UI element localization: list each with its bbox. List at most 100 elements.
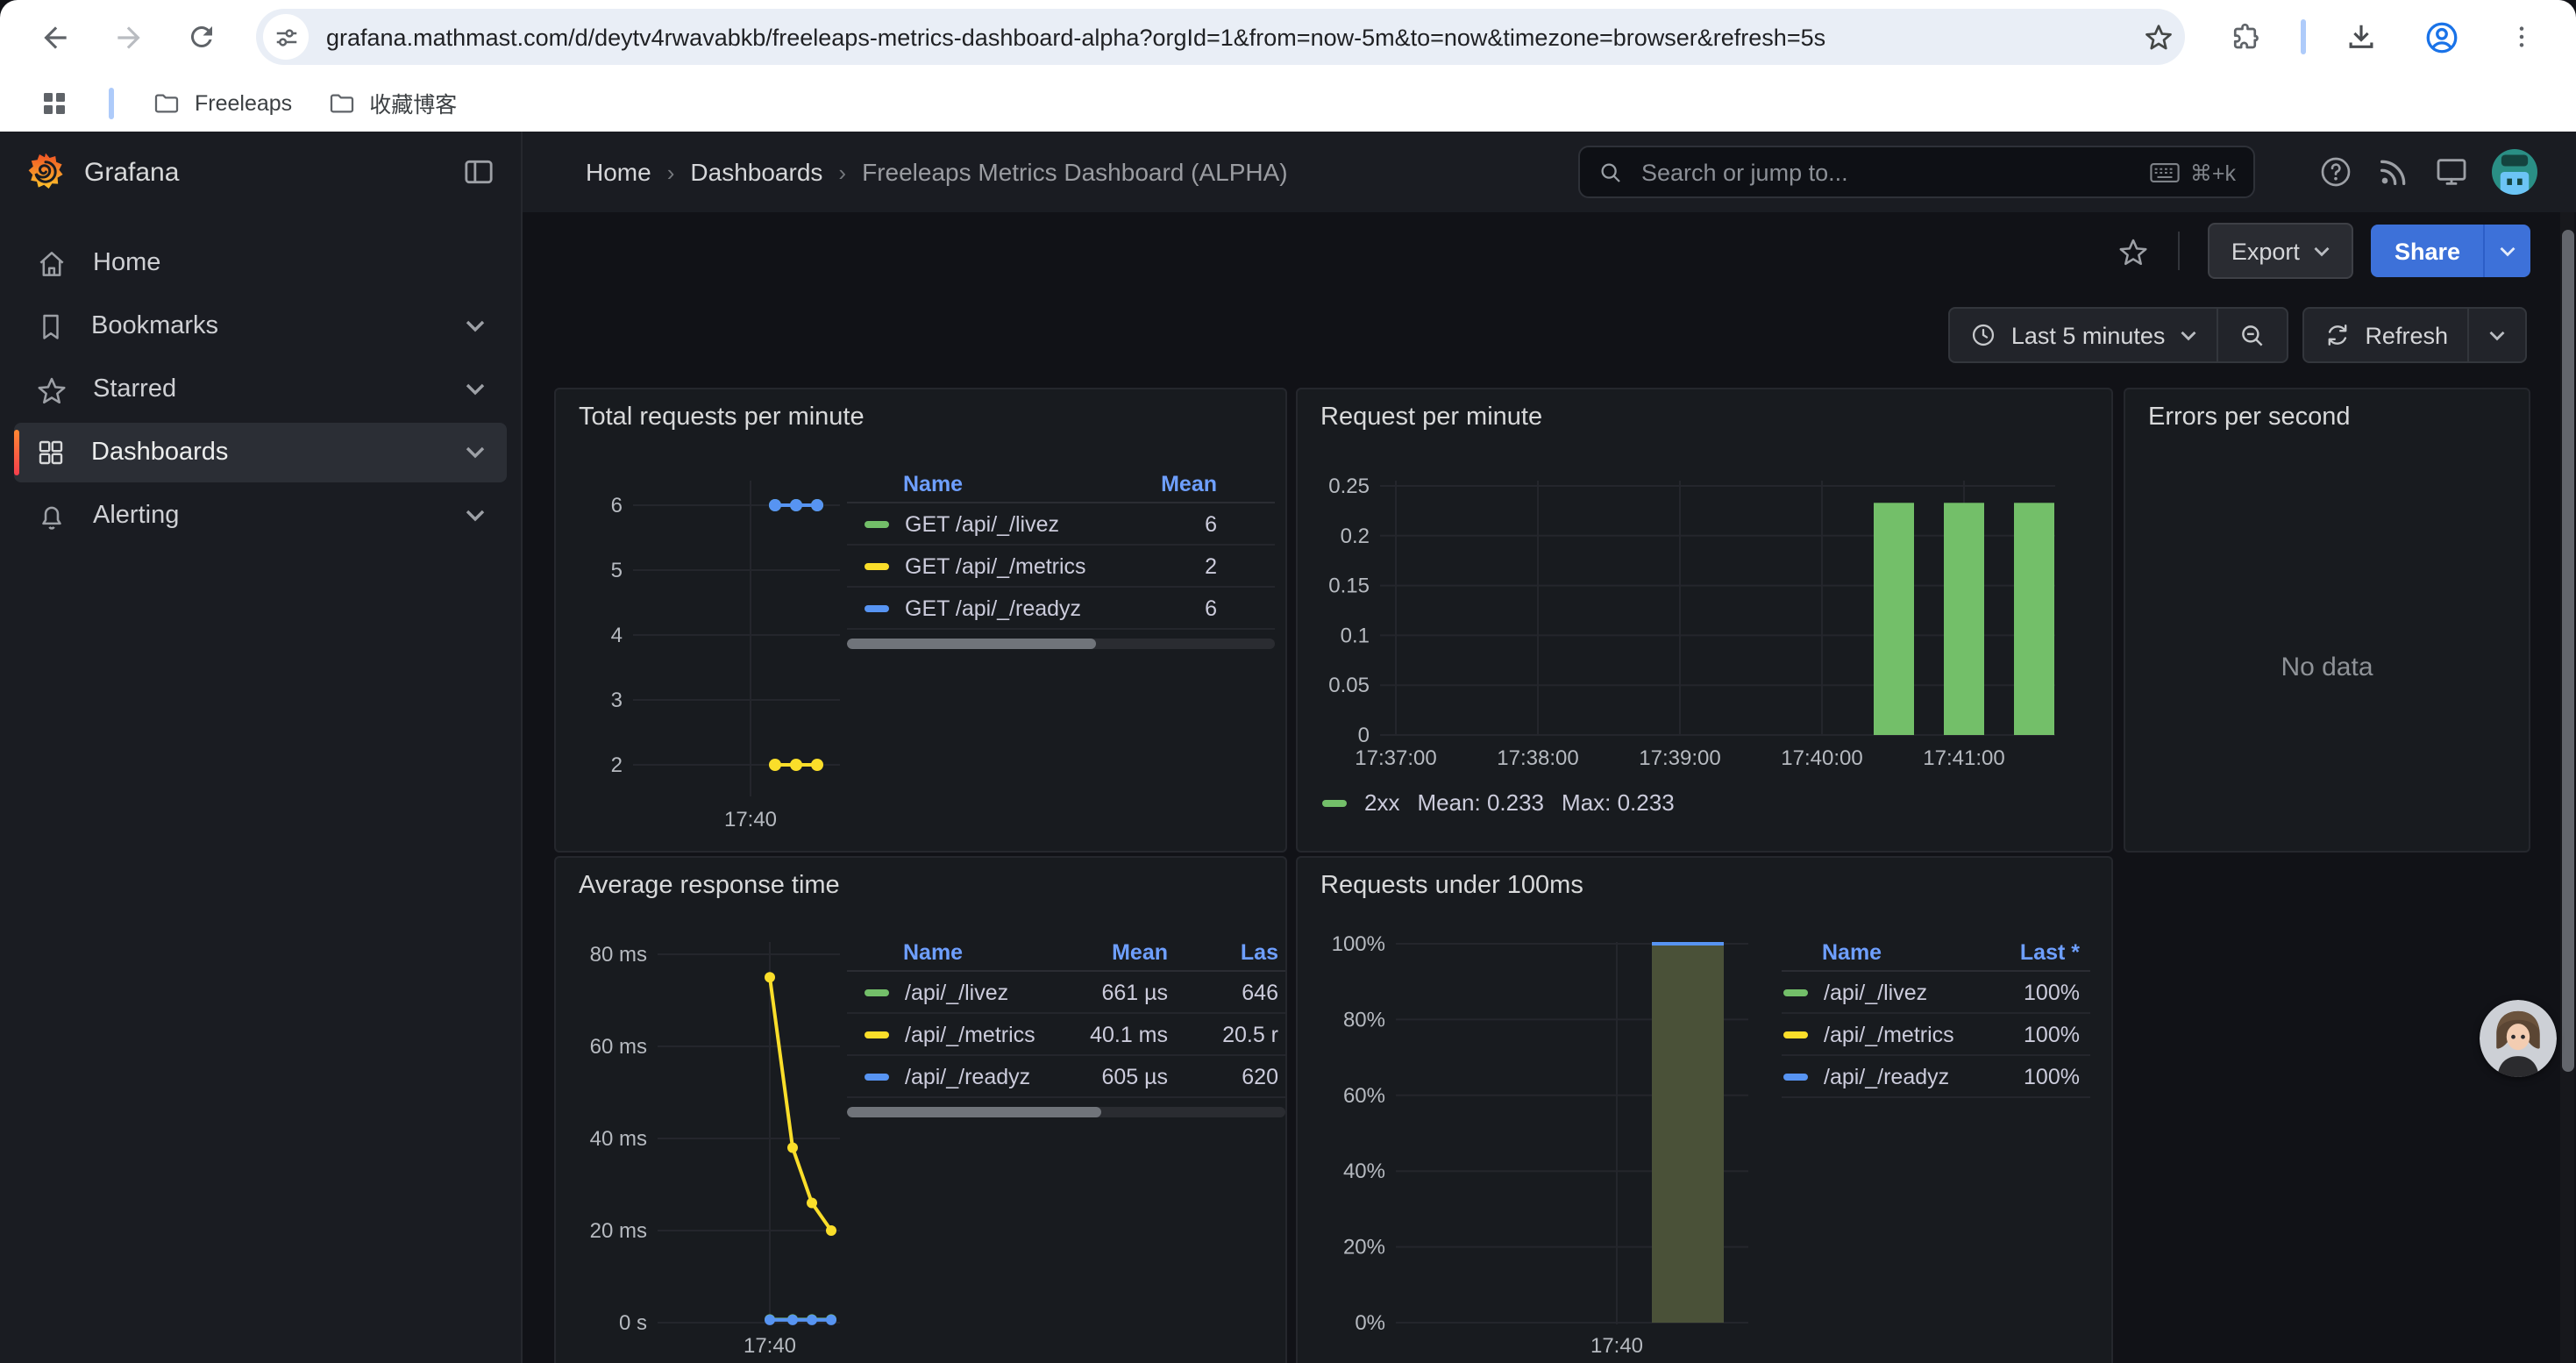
legend-row[interactable]: /api/_/metrics 40.1 ms 20.5 r [847, 1014, 1285, 1056]
help-icon[interactable] [2318, 154, 2353, 189]
legend-row[interactable]: /api/_/readyz 100% [1782, 1056, 2090, 1098]
page-scrollbar-thumb[interactable] [2561, 230, 2573, 1072]
legend-row[interactable]: /api/_/livez 100% [1782, 972, 2090, 1014]
url-bar[interactable]: grafana.mathmast.com/d/deytv4rwavabkb/fr… [256, 9, 2185, 65]
bookmark-folder-label: Freeleaps [195, 90, 292, 115]
search-box[interactable]: ⌘+k [1578, 146, 2255, 198]
legend-header: Name Mean Las [847, 935, 1285, 972]
bookmark-folder-blogs[interactable]: 收藏博客 [310, 79, 474, 126]
legend-row[interactable]: /api/_/metrics 100% [1782, 1014, 2090, 1056]
subheader-divider [2179, 232, 2181, 270]
series-last: 100% [1989, 1022, 2090, 1046]
legend-col-name[interactable]: Name [903, 472, 1112, 496]
assistant-avatar[interactable] [2480, 1000, 2557, 1077]
news-rss-icon[interactable] [2376, 154, 2411, 189]
series-mean: 40.1 ms [1070, 1022, 1168, 1046]
panel-title[interactable]: Average response time [579, 872, 840, 900]
svg-text:80%: 80% [1343, 1008, 1385, 1031]
panel-title[interactable]: Total requests per minute [579, 403, 865, 432]
panel-title[interactable]: Errors per second [2148, 403, 2351, 432]
legend-col-mean[interactable]: Mean [1112, 472, 1275, 496]
legend-row[interactable]: GET /api/_/livez 6 [847, 503, 1275, 546]
site-settings-icon[interactable] [263, 14, 309, 60]
legend-col-name[interactable]: Name [903, 940, 1070, 965]
legend-scrollbar[interactable] [847, 1107, 1285, 1117]
legend-col-mean[interactable]: Mean [1070, 940, 1168, 965]
time-range-picker[interactable]: Last 5 minutes [1950, 309, 2217, 361]
legend-row[interactable]: GET /api/_/readyz 6 [847, 588, 1275, 630]
series-name[interactable]: /api/_/readyz [1824, 1064, 1989, 1088]
bookmark-folder-freeleaps[interactable]: Freeleaps [135, 82, 310, 124]
series-name[interactable]: /api/_/metrics [1824, 1022, 1989, 1046]
sidebar-item-alerting[interactable]: Alerting [14, 486, 507, 546]
user-avatar[interactable] [2492, 149, 2537, 195]
chevron-down-icon[interactable] [465, 509, 486, 523]
page-scrollbar[interactable] [2560, 212, 2574, 1363]
extensions-icon[interactable] [2220, 11, 2273, 63]
refresh-interval-button[interactable] [2467, 309, 2525, 361]
active-accent-bar [14, 430, 19, 475]
legend-scrollbar[interactable] [847, 639, 1275, 649]
svg-text:40%: 40% [1343, 1160, 1385, 1183]
chevron-down-icon [2499, 245, 2516, 257]
legend-row[interactable]: /api/_/livez 661 µs 646 [847, 972, 1285, 1014]
downloads-icon[interactable] [2334, 11, 2387, 63]
chevron-down-icon[interactable] [465, 319, 486, 333]
back-icon[interactable] [28, 11, 81, 63]
legend-col-last[interactable]: Las [1168, 940, 1285, 965]
legend-col-last[interactable]: Last * [1989, 940, 2090, 965]
favorite-star-icon[interactable] [2117, 234, 2151, 268]
series-name[interactable]: GET /api/_/livez [905, 511, 1112, 536]
sidebar-item-label: Starred [93, 375, 176, 403]
dock-menu-icon[interactable] [461, 154, 496, 189]
dashboard-subheader: Export Share [523, 212, 2576, 289]
refresh-label: Refresh [2365, 322, 2448, 348]
breadcrumb-home[interactable]: Home [586, 158, 651, 186]
series-last: 100% [1989, 1064, 2090, 1088]
search-input[interactable] [1638, 157, 2136, 187]
sidebar: Home Bookmarks Starred Dashboards [0, 212, 523, 1363]
requests-under-100ms-chart[interactable]: 100%80%60%40%20%0%17:40 [1298, 858, 2111, 1363]
panel-title[interactable]: Requests under 100ms [1320, 872, 1583, 900]
browser-menu-icon[interactable] [2495, 11, 2548, 63]
sidebar-item-home[interactable]: Home [14, 233, 507, 293]
bookmark-star-icon[interactable] [2143, 21, 2174, 53]
sidebar-item-bookmarks[interactable]: Bookmarks [14, 296, 507, 356]
svg-text:5: 5 [611, 559, 623, 582]
series-name[interactable]: /api/_/metrics [905, 1022, 1070, 1046]
kiosk-monitor-icon[interactable] [2434, 154, 2469, 189]
forward-icon[interactable] [102, 11, 154, 63]
series-name[interactable]: /api/_/readyz [905, 1064, 1070, 1088]
series-name[interactable]: GET /api/_/metrics [905, 553, 1112, 578]
series-name[interactable]: 2xx [1364, 789, 1399, 816]
bell-icon [35, 499, 68, 532]
series-name[interactable]: /api/_/livez [1824, 980, 1989, 1004]
reload-icon[interactable] [175, 11, 228, 63]
apps-grid-icon[interactable] [32, 80, 77, 125]
sidebar-item-starred[interactable]: Starred [14, 360, 507, 419]
share-button[interactable]: Share [2372, 225, 2483, 277]
share-menu-button[interactable] [2483, 225, 2530, 277]
legend-row[interactable]: /api/_/readyz 605 µs 620 [847, 1056, 1285, 1098]
request-per-minute-chart[interactable]: 0.250.20.150.10.05017:37:0017:38:0017:39… [1298, 389, 2111, 851]
panel-title[interactable]: Request per minute [1320, 403, 1542, 432]
time-range-label: Last 5 minutes [2011, 322, 2166, 348]
search-shortcut: ⌘+k [2150, 159, 2236, 185]
grafana-logo[interactable] [25, 151, 67, 193]
profile-icon[interactable] [2415, 11, 2467, 63]
series-name[interactable]: /api/_/livez [905, 980, 1070, 1004]
series-name[interactable]: GET /api/_/readyz [905, 596, 1112, 620]
refresh-button[interactable]: Refresh [2303, 309, 2467, 361]
svg-text:17:41:00: 17:41:00 [1923, 746, 2004, 770]
zoom-out-button[interactable] [2216, 309, 2286, 361]
chevron-down-icon[interactable] [465, 446, 486, 460]
legend-header: Name Last * [1782, 935, 2090, 972]
breadcrumb-dashboards[interactable]: Dashboards [690, 158, 822, 186]
legend-row[interactable]: GET /api/_/metrics 2 [847, 546, 1275, 588]
breadcrumb: Home › Dashboards › Freeleaps Metrics Da… [586, 158, 1288, 186]
sidebar-item-dashboards[interactable]: Dashboards [14, 423, 507, 482]
chevron-down-icon[interactable] [465, 382, 486, 396]
legend-col-name[interactable]: Name [1822, 940, 1989, 965]
export-button[interactable]: Export [2209, 223, 2354, 279]
clock-icon [1969, 321, 1997, 349]
